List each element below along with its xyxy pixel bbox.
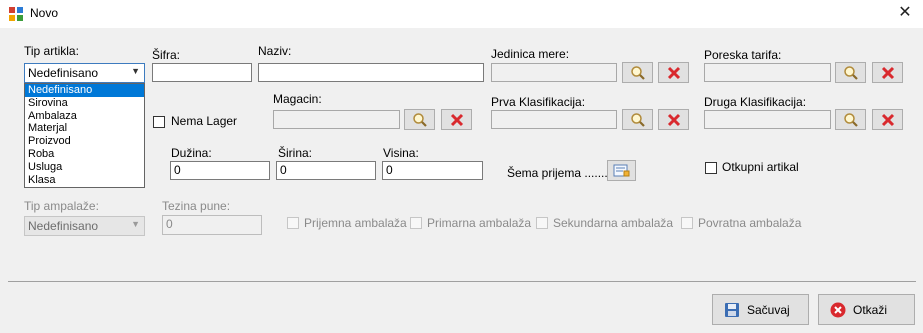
magacin-input[interactable] (273, 110, 400, 129)
delete-icon (881, 66, 895, 80)
jedinica-mere-label: Jedinica mere: (491, 47, 570, 61)
prva-klasifikacija-search-button[interactable] (622, 109, 653, 130)
cancel-icon (830, 302, 846, 318)
tip-ambalaze-label: Tip ampalaže: (24, 199, 99, 213)
save-button[interactable]: Sačuvaj (712, 294, 809, 325)
dropdown-option[interactable]: Nedefinisano (25, 84, 144, 97)
tip-artikla-label: Tip artikla: (24, 44, 79, 58)
tip-artikla-value: Nedefinisano (28, 66, 99, 80)
tip-artikla-dropdown: Nedefinisano Sirovina Ambalaza Materjal … (24, 83, 145, 188)
tezina-pune-input[interactable]: 0 (162, 215, 262, 235)
magacin-clear-button[interactable] (441, 109, 472, 130)
cancel-button[interactable]: Otkaži (818, 294, 915, 325)
poreska-tarifa-label: Poreska tarifa: (704, 48, 782, 62)
save-icon (725, 303, 739, 317)
app-icon (9, 7, 23, 21)
sirina-input[interactable]: 0 (276, 161, 376, 180)
nema-lager-checkbox[interactable] (153, 116, 165, 128)
tip-ambalaze-value: Nedefinisano (28, 219, 99, 233)
poreska-tarifa-clear-button[interactable] (872, 62, 903, 83)
duzina-label: Dužina: (171, 146, 212, 160)
sifra-input[interactable] (152, 63, 252, 82)
jedinica-mere-input[interactable] (491, 63, 617, 82)
dropdown-option[interactable]: Roba (25, 148, 144, 161)
dropdown-option[interactable]: Materjal (25, 122, 144, 135)
prva-klasifikacija-input[interactable] (491, 110, 617, 129)
prva-klasifikacija-label: Prva Klasifikacija: (491, 95, 586, 109)
naziv-label: Naziv: (258, 44, 292, 58)
primarna-ambalaza-checkbox[interactable] (410, 217, 422, 229)
cancel-button-label: Otkaži (853, 303, 888, 317)
delete-icon (667, 66, 681, 80)
prijemna-ambalaza-checkbox[interactable] (287, 217, 299, 229)
chevron-down-icon: ▼ (131, 219, 140, 229)
window-title: Novo (30, 6, 59, 20)
povratna-ambalaza-checkbox[interactable] (681, 217, 693, 229)
dropdown-option[interactable]: Sirovina (25, 97, 144, 110)
sema-prijema-button[interactable] (607, 160, 636, 181)
magacin-label: Magacin: (273, 92, 322, 106)
close-icon[interactable]: ✕ (893, 3, 917, 23)
search-icon (413, 113, 427, 127)
search-icon (631, 66, 645, 80)
chevron-down-icon: ▼ (131, 66, 140, 76)
naziv-input[interactable] (258, 63, 484, 82)
prva-klasifikacija-clear-button[interactable] (658, 109, 689, 130)
sifra-label: Šifra: (152, 48, 181, 62)
sema-prijema-label: Šema prijema ....... (507, 166, 608, 180)
jedinica-mere-search-button[interactable] (622, 62, 653, 83)
druga-klasifikacija-label: Druga Klasifikacija: (704, 95, 807, 109)
dropdown-option[interactable]: Proizvod (25, 135, 144, 148)
prijemna-ambalaza-label: Prijemna ambalaža (304, 216, 407, 230)
delete-icon (881, 113, 895, 127)
nema-lager-label: Nema Lager (171, 114, 238, 128)
delete-icon (667, 113, 681, 127)
magacin-search-button[interactable] (404, 109, 435, 130)
visina-label: Visina: (383, 146, 419, 160)
poreska-tarifa-input[interactable] (704, 63, 831, 82)
primarna-ambalaza-label: Primarna ambalaža (427, 216, 532, 230)
dropdown-option[interactable]: Ambalaza (25, 110, 144, 123)
sekundarna-ambalaza-label: Sekundarna ambalaža (553, 216, 674, 230)
dropdown-option[interactable]: Usluga (25, 161, 144, 174)
druga-klasifikacija-clear-button[interactable] (872, 109, 903, 130)
search-icon (844, 113, 858, 127)
tip-artikla-select[interactable]: Nedefinisano ▼ (24, 63, 145, 83)
sirina-label: Širina: (278, 146, 313, 160)
dropdown-option[interactable]: Klasa (25, 174, 144, 187)
save-button-label: Sačuvaj (747, 303, 790, 317)
search-icon (844, 66, 858, 80)
search-icon (631, 113, 645, 127)
visina-input[interactable]: 0 (382, 161, 483, 180)
sekundarna-ambalaza-checkbox[interactable] (536, 217, 548, 229)
jedinica-mere-clear-button[interactable] (658, 62, 689, 83)
duzina-input[interactable]: 0 (170, 161, 270, 180)
druga-klasifikacija-input[interactable] (704, 110, 831, 129)
poreska-tarifa-search-button[interactable] (835, 62, 866, 83)
otkupni-artikal-checkbox[interactable] (705, 162, 717, 174)
povratna-ambalaza-label: Povratna ambalaža (698, 216, 802, 230)
tezina-pune-label: Tezina pune: (162, 199, 231, 213)
separator (8, 281, 916, 282)
delete-icon (450, 113, 464, 127)
druga-klasifikacija-search-button[interactable] (835, 109, 866, 130)
document-edit-icon (613, 164, 630, 177)
tip-ambalaze-select[interactable]: Nedefinisano ▼ (24, 216, 145, 236)
title-bar: Novo ✕ (0, 0, 923, 28)
otkupni-artikal-label: Otkupni artikal (722, 160, 799, 174)
